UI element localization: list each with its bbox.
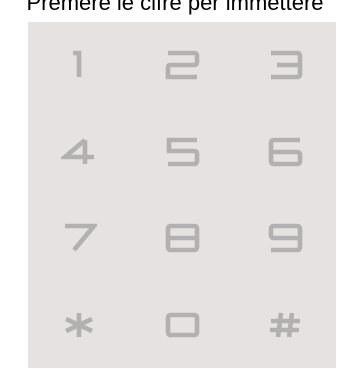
digit-9-glyph	[268, 223, 302, 253]
digit-8-glyph	[165, 223, 200, 253]
key-5[interactable]: 5	[131, 109, 234, 196]
hash-glyph	[269, 312, 300, 338]
digit-7-glyph	[65, 223, 98, 252]
digit-5-glyph	[166, 137, 200, 167]
key-6[interactable]: 6	[233, 109, 336, 196]
key-8[interactable]: 8	[131, 195, 234, 282]
key-star[interactable]: *	[28, 282, 131, 369]
key-1[interactable]: 1	[28, 22, 131, 109]
digit-0-glyph	[165, 312, 200, 338]
key-9[interactable]: 9	[233, 195, 336, 282]
keypad-screen: Premere le cifre per immettere 1 2 3 4	[0, 0, 350, 389]
keypad: 1 2 3 4 5	[28, 22, 336, 368]
digit-2-glyph	[165, 50, 200, 80]
digit-4-glyph	[61, 137, 95, 164]
key-4[interactable]: 4	[28, 109, 131, 196]
digit-1-glyph	[73, 50, 82, 78]
digit-6-glyph	[268, 137, 302, 167]
key-0[interactable]: 0	[131, 282, 234, 369]
key-3[interactable]: 3	[233, 22, 336, 109]
asterisk-glyph	[65, 312, 94, 337]
digit-3-glyph	[270, 50, 302, 80]
keypad-prompt: Premere le cifre per immettere	[26, 0, 324, 15]
key-2[interactable]: 2	[131, 22, 234, 109]
key-7[interactable]: 7	[28, 195, 131, 282]
key-hash[interactable]: #	[233, 282, 336, 369]
